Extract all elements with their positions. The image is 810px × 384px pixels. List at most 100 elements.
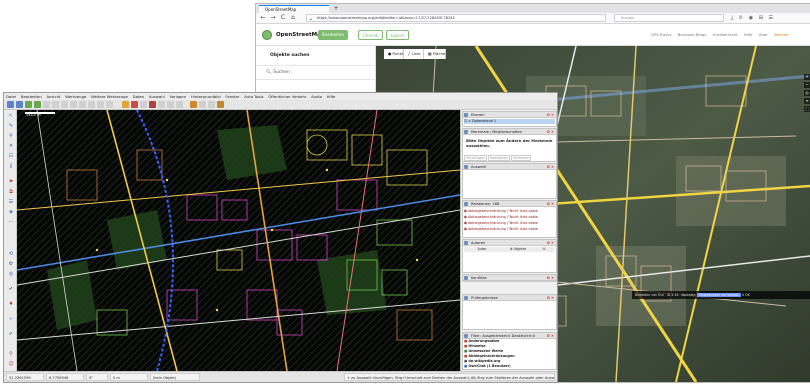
delete-tool-icon[interactable]: ✕ [7, 142, 15, 150]
panel-close-icon[interactable]: ⚙ ✕ [547, 201, 554, 206]
issues-count[interactable]: 4 OK [742, 293, 750, 297]
josm-map-view[interactable] [17, 110, 460, 371]
zoom-in-button[interactable]: + [804, 74, 810, 80]
link-user-diaries[interactable]: Benutzer-Blogs [678, 32, 707, 37]
conflict-panel-toggle-icon[interactable]: ⚑ [7, 178, 15, 186]
menu-tools[interactable]: Werkzeuge [65, 94, 86, 99]
undo-icon[interactable] [43, 101, 50, 108]
edit-tag-button[interactable]: Bearbeiten [487, 155, 510, 161]
menu-presets[interactable]: Vorlagen [169, 94, 186, 99]
history-panel-toggle-icon[interactable]: ⟲ [7, 250, 15, 258]
filter-panel-toggle-icon[interactable]: ⚙ [7, 260, 15, 268]
export-button[interactable]: Export [386, 30, 410, 40]
menu-data[interactable]: Daten [133, 94, 144, 99]
selection-panel-toggle-icon[interactable]: ◈ [7, 208, 15, 216]
home-button[interactable]: ⌂ [289, 14, 297, 22]
back-button[interactable]: ← [259, 14, 267, 22]
menu-help[interactable]: Hilfe [327, 94, 336, 99]
authors-col-objects[interactable]: # Objekte [501, 247, 535, 252]
layers-button[interactable]: ≡ [804, 98, 810, 104]
open-icon[interactable] [7, 101, 14, 108]
link-help[interactable]: Hilfe [744, 32, 753, 37]
panel-close-icon[interactable]: ⚙ ✕ [547, 240, 554, 245]
menu-audio[interactable]: Audio [311, 94, 322, 99]
layer-row[interactable]: ☑ ✔ Datenebene 1 [464, 119, 555, 124]
layer-visible-checkbox[interactable]: ☑ ✔ [464, 119, 472, 123]
authors-col-author[interactable]: Autor [464, 247, 500, 252]
extrude-tool-icon[interactable]: ⊡ [7, 152, 15, 160]
preset-car2-icon[interactable] [167, 101, 174, 108]
conflicts-panel-header[interactable]: Konflikte ⚙ ✕ [463, 275, 556, 281]
panel-close-icon[interactable]: ⚙ ✕ [547, 129, 554, 134]
preset-road-icon[interactable] [176, 101, 183, 108]
menu-selection[interactable]: Auswahl [149, 94, 165, 99]
zoom-tool-icon[interactable]: ⚲ [7, 132, 15, 140]
notes-toggle-icon[interactable]: ♦ [7, 300, 15, 308]
menu-public-transport[interactable]: Öffentlicher Verkehr [268, 94, 306, 99]
history-button[interactable]: Chronik [358, 30, 384, 40]
add-tag-button[interactable]: Hinzufügen [464, 155, 487, 161]
map-data-button[interactable]: ⬚ [804, 106, 810, 112]
menu-view[interactable]: Ansicht [46, 94, 60, 99]
relation-row[interactable]: ⛔︎ Abbiegebeschränkung ("Nicht links abb… [464, 209, 555, 214]
panel-close-icon[interactable]: ⚙ ✕ [547, 295, 554, 300]
preset-door-icon[interactable] [217, 101, 224, 108]
preset-car-icon[interactable] [158, 101, 165, 108]
add-area-button[interactable]: ▦ Fläche [424, 49, 446, 59]
preset-building-icon[interactable] [131, 101, 138, 108]
edit-button[interactable]: Bearbeiten [318, 30, 348, 40]
link-copyright[interactable]: Urheberrecht [713, 32, 738, 37]
authors-panel-header[interactable]: Autoren ⚙ ✕ [463, 240, 556, 246]
add-line-button[interactable]: ╱ Linie [404, 49, 424, 59]
relation-row[interactable]: ⛔︎ Abbiegebeschränkung ("Nicht links abb… [464, 227, 555, 232]
tags-toggle-icon[interactable]: ✔ [7, 285, 15, 293]
relation-row[interactable]: ⛔︎ Abbiegebeschränkung ("Nicht links abb… [464, 221, 555, 226]
marker-toggle-icon[interactable]: ⚲ [7, 350, 15, 358]
menu-auto-tools[interactable]: Auto Tools [244, 94, 263, 99]
parallel-tool-icon[interactable]: ∥ [7, 162, 15, 170]
tags-panel-header[interactable]: Merkmale / Mitgliedschaften ⚙ ✕ [463, 129, 556, 135]
preset-tree-icon[interactable] [208, 101, 215, 108]
reload-button[interactable]: C [279, 14, 287, 22]
search-input[interactable]: Suchen [614, 14, 724, 22]
panel-close-icon[interactable]: ⚙ ✕ [547, 164, 554, 169]
layers-panel-toggle-icon[interactable]: ⧉ [7, 188, 15, 196]
browser-toolbar-icons[interactable]: ⤓ ⊪ ◉ ⊞ ☰ [731, 14, 775, 22]
user-menu[interactable]: Wrenne [774, 32, 789, 37]
preset-shop-icon[interactable] [190, 101, 197, 108]
layers-panel-header[interactable]: Ebenen ⚙ ✕ [463, 112, 556, 118]
redo-icon[interactable] [52, 101, 59, 108]
add-point-button[interactable]: ● Punkt [384, 49, 404, 59]
validate-toggle-icon[interactable]: ✔ [7, 330, 15, 338]
menu-edit[interactable]: Bearbeiten [21, 94, 42, 99]
link-about[interactable]: Über [759, 32, 768, 37]
collapsed-panel-osmchat[interactable]: ■ OsmChat (1 Benutzer) [464, 364, 555, 369]
preferences-icon[interactable] [61, 101, 68, 108]
draw-tool-icon[interactable]: ✎ [7, 122, 15, 130]
selection-panel-header[interactable]: Auswahl ⚙ ✕ [463, 164, 556, 170]
browser-tab[interactable]: OpenStreetMap [259, 5, 329, 13]
preset-food-icon[interactable] [199, 101, 206, 108]
preset-bus-icon[interactable] [149, 101, 156, 108]
download-icon[interactable] [25, 101, 32, 108]
help-icon[interactable] [79, 101, 86, 108]
relation-row[interactable]: ⛔︎ Abbiegebeschränkung ("Nicht links abb… [464, 215, 555, 220]
validator-icon[interactable] [106, 101, 113, 108]
panel-close-icon[interactable]: ⚙ ✕ [547, 112, 554, 117]
forward-button[interactable]: → [269, 14, 277, 22]
zoom-icon[interactable] [88, 101, 95, 108]
preset-grid-icon[interactable] [140, 101, 147, 108]
save-icon[interactable] [16, 101, 23, 108]
authors-col-percent[interactable]: % [536, 247, 552, 252]
select-tool-icon[interactable]: ↖ [7, 112, 15, 120]
menu-imagery[interactable]: Hintergrundbild [191, 94, 221, 99]
relations-panel-header[interactable]: Relationen: 168 ⚙ ✕ [463, 201, 556, 207]
minimap-toggle-icon[interactable]: ◎ [7, 270, 15, 278]
link-gps-traces[interactable]: GPS-Tracks [651, 32, 672, 37]
upload-icon[interactable] [34, 101, 41, 108]
menu-more-tools[interactable]: Weitere Werkzeuge [91, 94, 128, 99]
menu-window[interactable]: Fenster [225, 94, 239, 99]
url-bar[interactable]: 🔒︎ https://www.openstreetmap.org/edit#ed… [306, 14, 606, 22]
panel-close-icon[interactable]: ⚙ ✕ [547, 275, 554, 280]
preset-icon[interactable] [122, 101, 129, 108]
